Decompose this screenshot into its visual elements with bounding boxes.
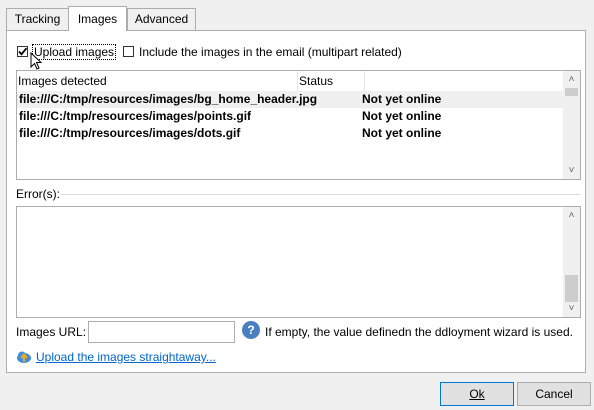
cancel-button-label: Cancel: [535, 387, 573, 401]
checkmark-icon: [18, 47, 28, 56]
upload-images-link[interactable]: Upload the images straightaway...: [36, 350, 216, 364]
tab-images[interactable]: Images: [68, 6, 127, 31]
table-row[interactable]: file:///C:/tmp/resources/images/dots.gif…: [17, 125, 563, 142]
upload-images-checkbox[interactable]: [17, 46, 28, 57]
images-list-scrollbar[interactable]: ˄ ˅: [563, 71, 580, 179]
scroll-thumb[interactable]: [565, 275, 578, 302]
table-row[interactable]: file:///C:/tmp/resources/images/points.g…: [17, 108, 563, 125]
image-path: file:///C:/tmp/resources/images/bg_home_…: [19, 92, 318, 106]
errors-box[interactable]: ˄ ˅: [16, 206, 581, 318]
image-status: Not yet online: [362, 92, 442, 106]
scroll-up-icon[interactable]: ˄: [563, 71, 580, 88]
image-status: Not yet online: [362, 109, 442, 123]
images-url-label: Images URL:: [16, 325, 87, 339]
column-separator: [364, 71, 365, 91]
include-images-label: Include the images in the email (multipa…: [139, 45, 402, 59]
tab-advanced[interactable]: Advanced: [127, 8, 196, 30]
upload-images-label: Upload images: [32, 44, 117, 60]
list-header: Images detected Status: [17, 71, 563, 91]
scroll-down-icon[interactable]: ˅: [563, 300, 580, 317]
image-status: Not yet online: [362, 126, 442, 140]
column-status[interactable]: Status: [299, 74, 333, 88]
ok-button-label: Ok: [469, 387, 485, 401]
scroll-thumb[interactable]: [565, 88, 578, 96]
images-url-help-text: If empty, the value definedn the ddloyme…: [265, 325, 573, 339]
errors-scrollbar[interactable]: ˄ ˅: [563, 207, 580, 317]
mouse-cursor-icon: [30, 52, 43, 70]
help-icon[interactable]: ?: [242, 321, 260, 339]
tab-tracking[interactable]: Tracking: [6, 8, 69, 30]
table-row[interactable]: file:///C:/tmp/resources/images/bg_home_…: [17, 91, 563, 108]
column-separator: [297, 71, 298, 91]
ok-button[interactable]: Ok: [440, 382, 514, 406]
tab-advanced-label: Advanced: [134, 12, 189, 26]
errors-divider: [60, 194, 580, 195]
tab-images-label: Images: [77, 12, 118, 26]
image-path: file:///C:/tmp/resources/images/dots.gif: [19, 126, 241, 140]
upload-cloud-icon: [17, 351, 31, 363]
errors-label: Error(s):: [16, 187, 60, 201]
image-path: file:///C:/tmp/resources/images/points.g…: [19, 109, 252, 123]
tab-tracking-label: Tracking: [14, 12, 61, 26]
column-images-detected[interactable]: Images detected: [18, 74, 107, 88]
include-images-checkbox[interactable]: [123, 46, 134, 57]
images-list[interactable]: Images detected Status file:///C:/tmp/re…: [16, 70, 581, 180]
scroll-up-icon[interactable]: ˄: [563, 207, 580, 224]
images-url-input[interactable]: [88, 321, 235, 343]
cancel-button[interactable]: Cancel: [517, 382, 591, 406]
scroll-down-icon[interactable]: ˅: [563, 162, 580, 179]
